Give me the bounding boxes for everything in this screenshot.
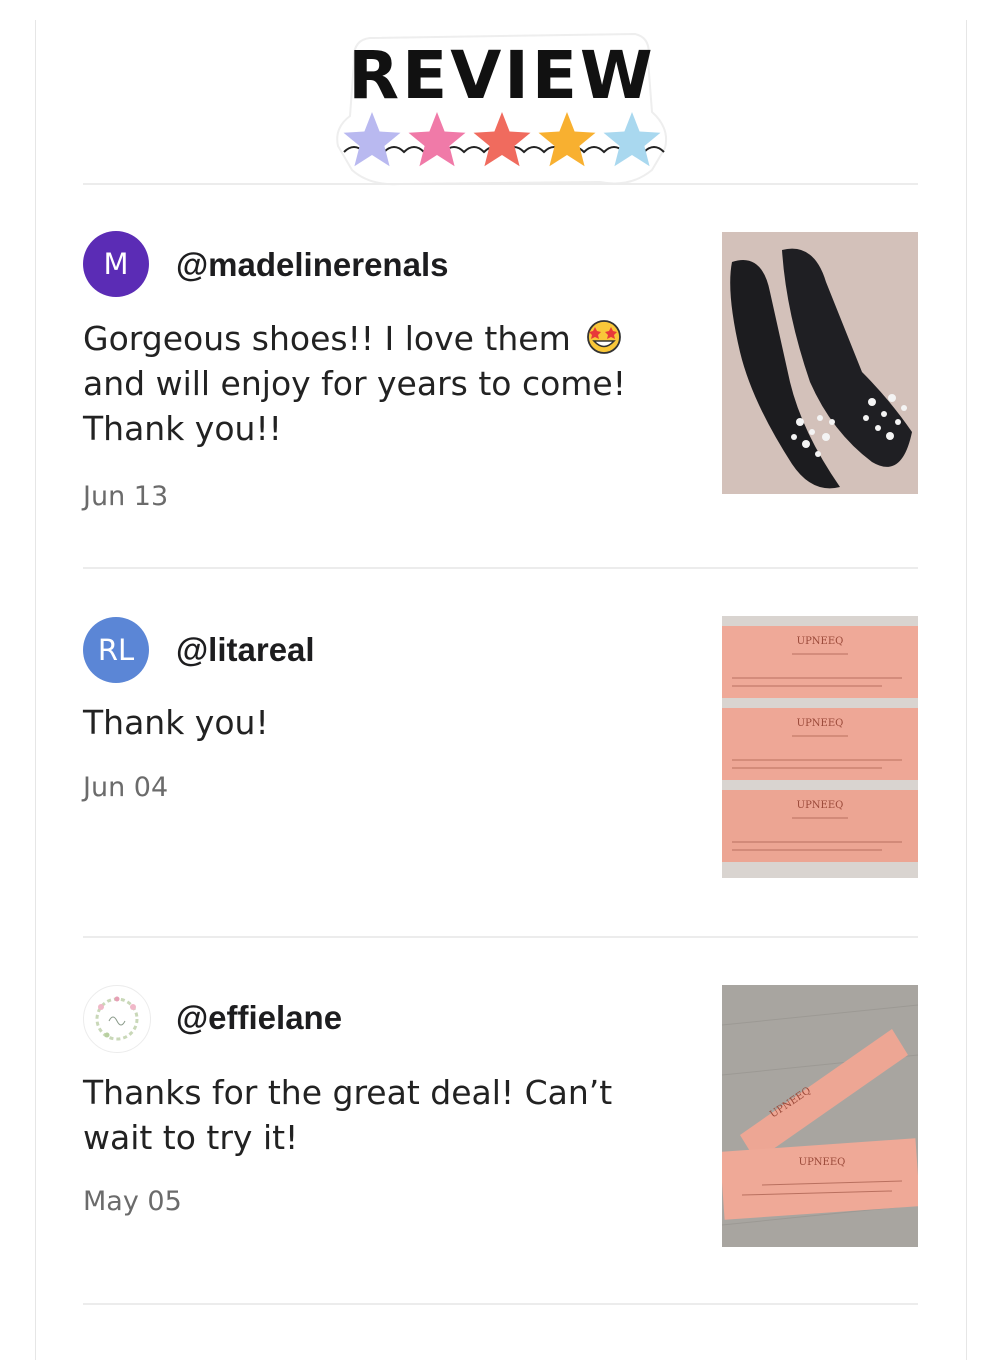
avatar-initials: RL [97,633,135,667]
review-title: REVIEW [348,37,655,114]
username[interactable]: @madelinerenals [176,246,448,284]
review-line: Thanks for the great deal! Can’t [83,1073,613,1112]
packet-label: UPNEEQ [797,800,844,811]
divider [83,567,918,569]
star-struck-emoji-icon [587,320,622,354]
avatar-initials: M [103,247,129,281]
review-date: Jun 13 [83,481,169,512]
divider [83,183,918,185]
review-date: May 05 [83,1186,182,1217]
avatar[interactable]: RL [83,617,149,683]
review-sticker: REVIEW [330,20,675,188]
username[interactable]: @litareal [176,631,315,669]
review-line: Gorgeous shoes!! I love them [83,319,571,358]
review-photo-packets[interactable]: UPNEEQ UPNEEQ [722,985,918,1247]
review-text: Gorgeous shoes!! I love them and will en… [83,316,643,451]
review-text: Thanks for the great deal! Can’t wait to… [83,1070,643,1160]
divider [83,936,918,938]
review-line: wait to try it! [83,1118,299,1157]
packet-label: UPNEEQ [799,1157,846,1168]
review-line: Thank you!! [83,409,282,448]
divider [83,1303,918,1305]
floral-wreath-logo-icon [95,996,139,1041]
avatar[interactable] [83,985,151,1053]
review-line: and will enjoy for years to come! [83,364,626,403]
review-date: Jun 04 [83,772,169,803]
username[interactable]: @effielane [176,999,342,1037]
packet-label: UPNEEQ [797,636,844,647]
review-photo-shoes[interactable] [722,232,918,494]
packet-label: UPNEEQ [797,718,844,729]
avatar[interactable]: M [83,231,149,297]
review-photo-packets[interactable]: UPNEEQ UPNEEQ UPNEEQ [722,616,918,878]
review-text: Thank you! [83,703,269,742]
